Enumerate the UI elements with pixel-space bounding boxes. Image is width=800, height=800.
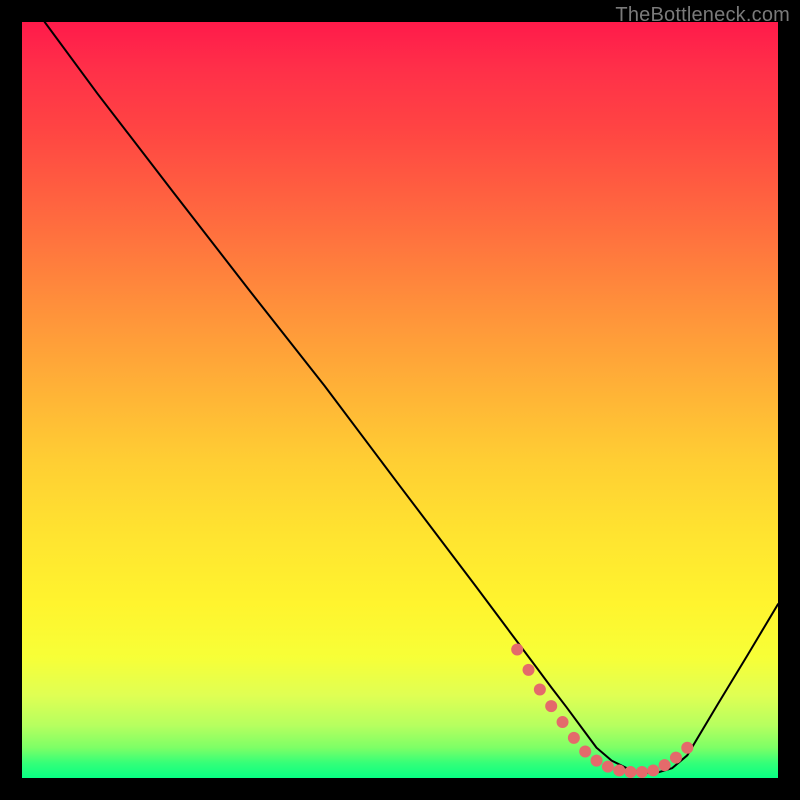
marker-dot [625,766,637,778]
marker-dot [602,761,614,773]
marker-dot [511,643,523,655]
marker-dot [591,755,603,767]
marker-dot [579,746,591,758]
chart-svg [22,22,778,778]
marker-dot [613,764,625,776]
plot-area [22,22,778,778]
marker-dot [670,752,682,764]
marker-dots [511,643,693,777]
marker-dot [568,732,580,744]
marker-dot [659,759,671,771]
marker-dot [647,764,659,776]
marker-dot [636,766,648,778]
marker-dot [557,716,569,728]
marker-dot [545,700,557,712]
chart-stage: TheBottleneck.com [0,0,800,800]
main-curve [45,22,778,773]
watermark-text: TheBottleneck.com [615,4,790,27]
marker-dot [523,664,535,676]
marker-dot [534,684,546,696]
marker-dot [681,742,693,754]
